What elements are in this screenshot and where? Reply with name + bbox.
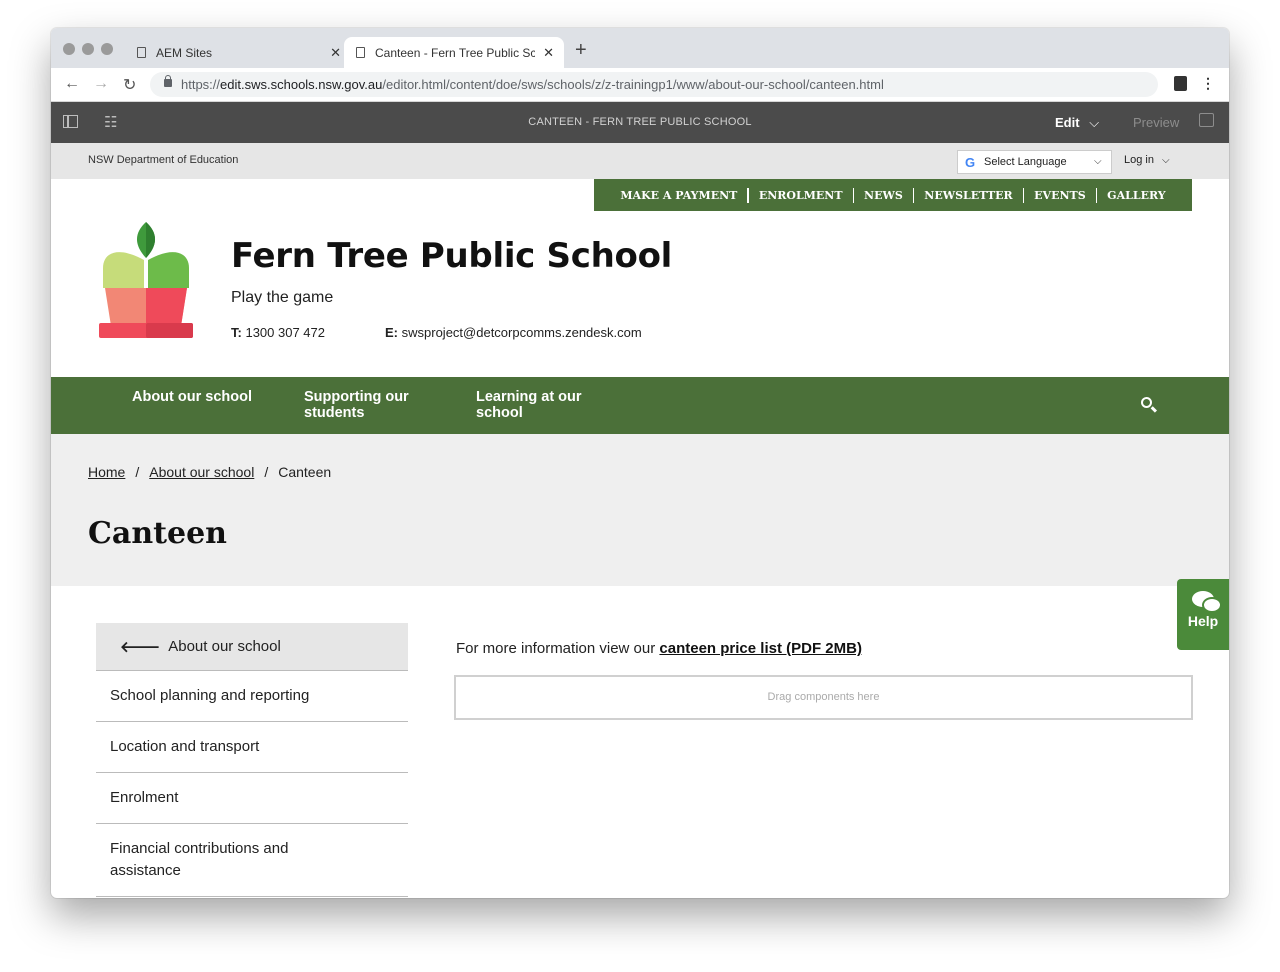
page-title: Canteen [88, 516, 227, 551]
preview-button[interactable]: Preview [1133, 115, 1179, 130]
login-dropdown[interactable]: Log in ⌵ [1124, 154, 1170, 166]
tab-title: AEM Sites [156, 45, 213, 60]
google-g-icon: G [965, 155, 976, 170]
canteen-price-list-link[interactable]: canteen price list (PDF 2MB) [659, 640, 862, 657]
reload-icon[interactable]: ↻ [123, 75, 136, 95]
breadcrumb: Home / About our school / Canteen [88, 464, 332, 480]
side-nav-item-planning[interactable]: School planning and reporting [96, 671, 408, 722]
document-icon [356, 47, 365, 58]
side-nav-item-enrolment[interactable]: Enrolment [96, 773, 408, 824]
page-header: Home / About our school / Canteen Canteen [51, 434, 1229, 586]
clipboard-extension-icon[interactable] [1174, 76, 1187, 91]
close-tab-icon[interactable]: ✕ [330, 45, 341, 61]
nav-supporting-our-students[interactable]: Supporting our students [304, 389, 424, 421]
main-nav: About our school Supporting our students… [51, 377, 1229, 434]
language-select[interactable]: G Select Language ⌵ [957, 150, 1112, 174]
tab-strip: AEM Sites ✕ Canteen - Fern Tree Public S… [51, 28, 1229, 68]
quick-link-enrolment[interactable]: ENROLMENT [749, 189, 853, 202]
breadcrumb-home[interactable]: Home [88, 464, 125, 480]
close-window-icon[interactable] [63, 43, 75, 55]
search-icon[interactable] [1141, 397, 1152, 408]
aem-page-title: CANTEEN - FERN TREE PUBLIC SCHOOL [528, 116, 752, 128]
minimize-window-icon[interactable] [82, 43, 94, 55]
address-bar: ← → ↻ https://edit.sws.schools.nsw.gov.a… [51, 68, 1229, 102]
side-nav: 🡐 About our school School planning and r… [96, 623, 408, 897]
content-text: For more information view our canteen pr… [456, 640, 862, 657]
more-menu-icon[interactable]: ⋮ [1201, 75, 1215, 92]
url-text: https://edit.sws.schools.nsw.gov.au/edit… [181, 77, 884, 92]
maximize-window-icon[interactable] [101, 43, 113, 55]
document-icon [137, 47, 146, 58]
school-name[interactable]: Fern Tree Public School [231, 236, 672, 276]
close-tab-icon[interactable]: ✕ [543, 45, 554, 61]
back-arrow-icon[interactable]: ← [64, 75, 80, 93]
school-phone[interactable]: T: 1300 307 472 [231, 325, 325, 340]
quick-link-gallery[interactable]: GALLERY [1097, 189, 1175, 202]
drag-components-dropzone[interactable]: Drag components here [454, 675, 1193, 720]
chevron-down-icon: ⌵ [1089, 115, 1100, 130]
quick-link-make-payment[interactable]: MAKE A PAYMENT [610, 189, 747, 202]
department-label: NSW Department of Education [88, 154, 239, 166]
lock-icon [164, 75, 172, 87]
chat-bubbles-icon [1192, 591, 1222, 613]
tab-title: Canteen - Fern Tree Public Sch [375, 45, 535, 60]
school-tagline: Play the game [231, 289, 334, 306]
utility-bar: NSW Department of Education G Select Lan… [51, 143, 1229, 179]
annotations-icon[interactable] [1199, 113, 1214, 127]
url-input[interactable]: https://edit.sws.schools.nsw.gov.au/edit… [150, 72, 1158, 97]
forward-arrow-icon[interactable]: → [93, 75, 109, 93]
quick-link-newsletter[interactable]: NEWSLETTER [914, 189, 1022, 202]
help-button[interactable]: Help [1177, 579, 1229, 650]
nav-about-our-school[interactable]: About our school [132, 389, 282, 405]
tab-aem-sites[interactable]: AEM Sites ✕ [125, 37, 351, 68]
breadcrumb-about-our-school[interactable]: About our school [149, 464, 254, 480]
chevron-down-icon: ⌵ [1161, 155, 1170, 166]
edit-mode-dropdown[interactable]: Edit ⌵ [1055, 115, 1099, 131]
chevron-down-icon: ⌵ [1094, 156, 1102, 167]
school-logo-plant-icon[interactable] [99, 222, 193, 339]
new-tab-button[interactable]: + [575, 40, 587, 60]
aem-editor-toolbar: ☷ CANTEEN - FERN TREE PUBLIC SCHOOL Edit… [51, 102, 1229, 143]
side-nav-item-location[interactable]: Location and transport [96, 722, 408, 773]
quick-link-news[interactable]: NEWS [854, 189, 913, 202]
side-nav-item-financial[interactable]: Financial contributions and assistance [96, 824, 326, 896]
breadcrumb-current: Canteen [278, 464, 332, 480]
arrow-left-icon: 🡐 [120, 639, 161, 656]
quick-link-events[interactable]: EVENTS [1024, 189, 1096, 202]
browser-window: AEM Sites ✕ Canteen - Fern Tree Public S… [51, 28, 1229, 898]
side-nav-back[interactable]: 🡐 About our school [96, 623, 408, 671]
nav-learning-at-our-school[interactable]: Learning at our school [476, 389, 596, 421]
quick-links-nav: MAKE A PAYMENT ENROLMENT NEWS NEWSLETTER… [594, 179, 1192, 211]
tab-canteen[interactable]: Canteen - Fern Tree Public Sch ✕ [344, 37, 564, 68]
school-email[interactable]: E: swsproject@detcorpcomms.zendesk.com [385, 325, 642, 340]
